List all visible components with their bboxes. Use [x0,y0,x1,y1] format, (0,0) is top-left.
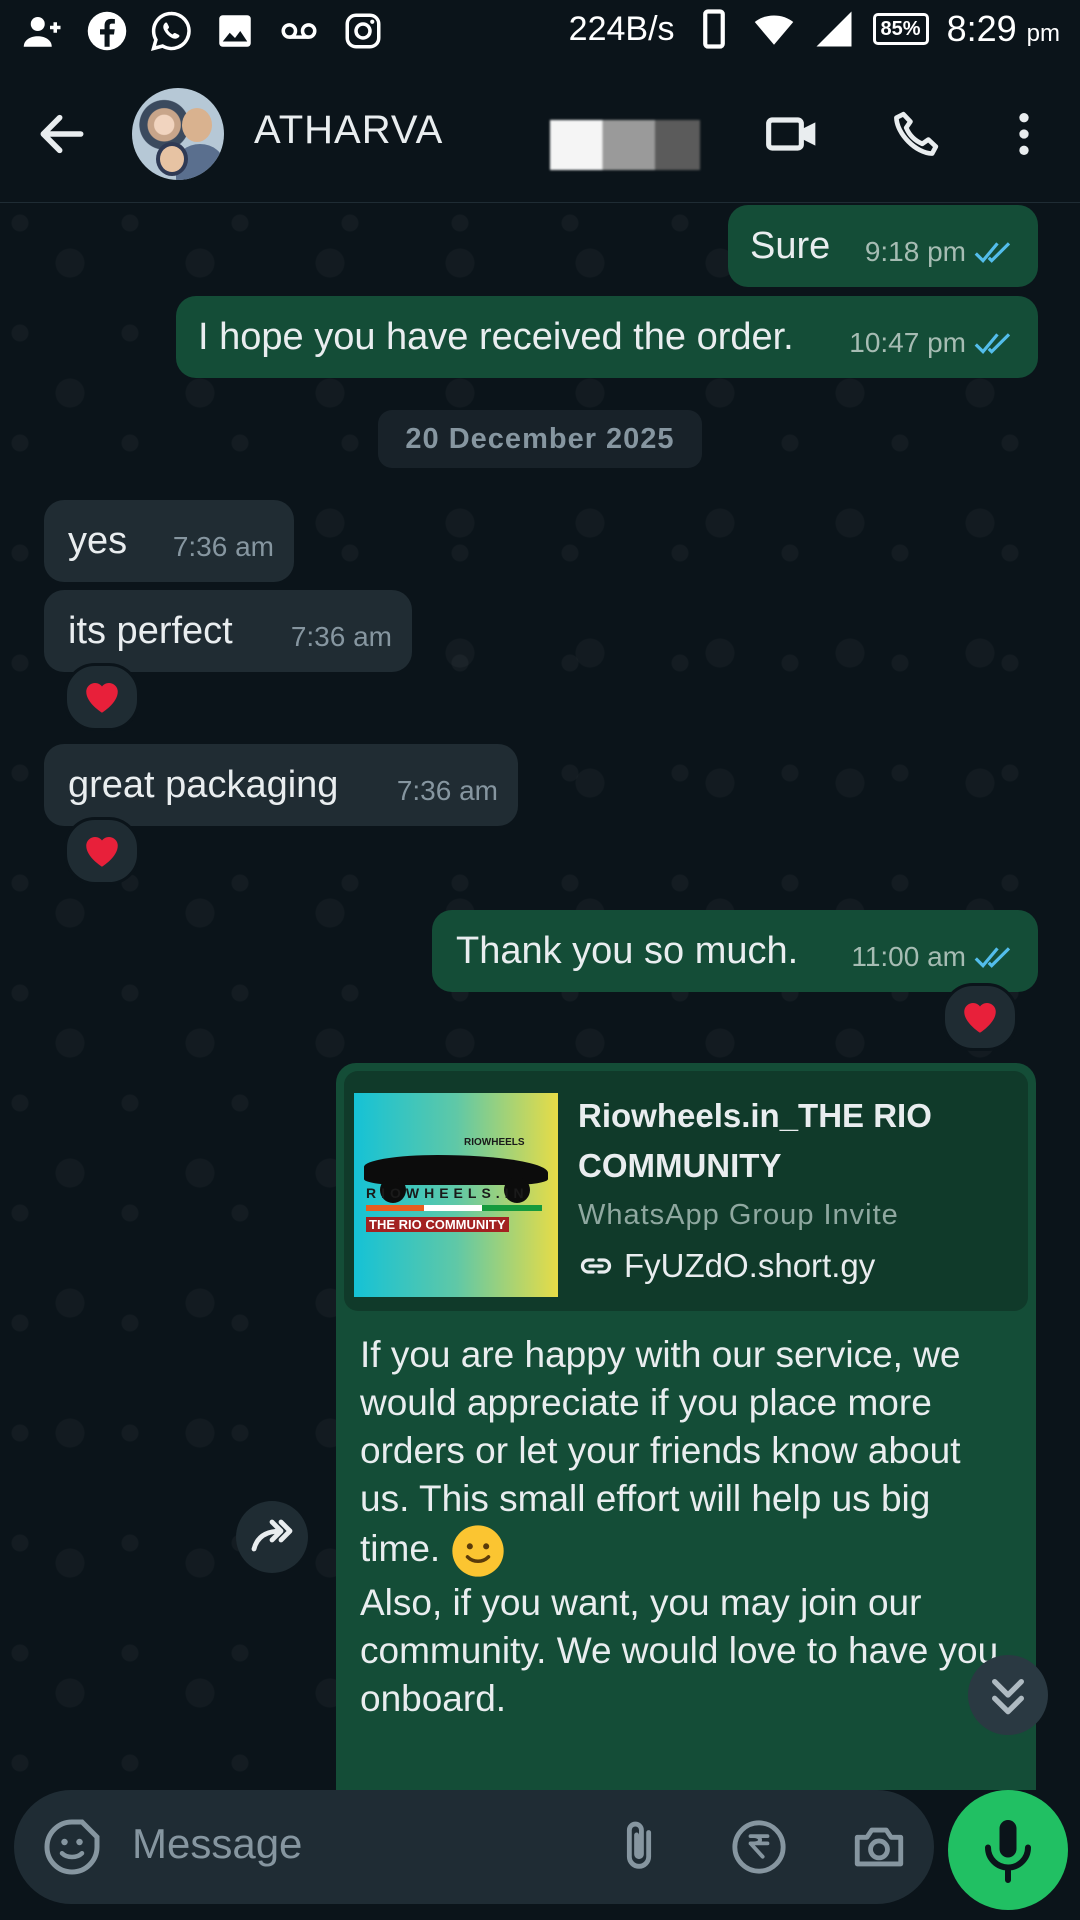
more-options-icon[interactable] [996,106,1052,162]
wifi-icon [753,8,795,50]
message-input[interactable]: Message [132,1820,302,1868]
heart-reaction[interactable] [64,663,140,731]
message-time: 7:36 am [172,531,274,562]
message-meta: 7:36 am [397,768,498,814]
message-text: its perfect [68,610,233,652]
chat-header: ATHARVA [0,62,1080,203]
message-time: 7:36 am [396,775,498,806]
message-bubble-incoming[interactable]: yes 7:36 am [44,500,294,582]
voicemail-notification-icon [278,10,320,52]
rupee-payment-icon[interactable] [730,1818,788,1876]
message-text: Sure [750,225,831,267]
gallery-notification-icon [214,10,256,52]
double-check-icon [974,333,1011,355]
group-invite-message[interactable]: RIOWHEELS RIOWHEELS.IN THE RIO COMMUNITY… [336,1063,1036,1790]
clock-ampm: pm [1026,20,1060,47]
sticker-emoji-icon[interactable] [42,1817,102,1877]
invite-link[interactable]: FyUZdO.short.gy [578,1247,875,1285]
link-preview[interactable]: RIOWHEELS RIOWHEELS.IN THE RIO COMMUNITY… [344,1071,1028,1311]
invite-body-paragraph: Also, if you want, you may join our comm… [360,1582,999,1719]
heart-reaction[interactable] [64,817,140,885]
contact-name[interactable]: ATHARVA [254,108,443,153]
contact-avatar[interactable] [132,88,224,180]
message-time: 9:18 pm [864,236,966,267]
heart-icon [86,837,118,867]
video-call-icon[interactable] [764,106,820,162]
chat-area[interactable]: Sure 9:18 pm I hope you have received th… [0,203,1080,1790]
redacted-region [550,120,700,170]
link-icon [580,1258,612,1274]
camera-icon[interactable] [850,1818,908,1876]
clock-time: 8:29 [946,8,1017,49]
network-speed: 224B/s [568,9,675,48]
back-arrow-icon[interactable] [34,106,90,162]
invite-subtitle: WhatsApp Group Invite [578,1199,899,1231]
message-meta: 10:47 pm [849,320,1018,366]
message-text: yes [68,520,128,562]
microphone-icon [985,1820,1031,1883]
whatsapp-notification-icon [150,10,192,52]
tricolor-stripe [366,1205,542,1211]
add-contact-notification-icon [22,10,64,52]
battery-indicator: 85% [872,13,929,45]
message-time: 10:47 pm [849,327,966,358]
message-bubble-outgoing[interactable]: Thank you so much. 11:00 am [432,910,1038,992]
thumb-community: THE RIO COMMUNITY [366,1217,509,1232]
attach-icon[interactable] [610,1818,668,1876]
heart-icon [964,1003,996,1033]
message-text: Thank you so much. [456,930,799,972]
status-bar: 224B/s 85% 8:29 pm [0,0,1080,62]
date-divider: 20 December 2025 [378,410,702,468]
message-composer[interactable]: Message [14,1790,934,1904]
message-text: I hope you have received the order. [198,316,794,358]
invite-link-text: FyUZdO.short.gy [624,1247,876,1284]
clock: 8:29 pm [947,8,1060,50]
message-meta: 11:00 am [851,934,1018,980]
thumb-small-label: RIOWHEELS [464,1137,525,1148]
message-meta: 7:36 am [173,524,274,570]
avatar-face [182,108,212,142]
message-meta: 7:36 am [291,614,392,660]
scroll-to-bottom-button[interactable] [968,1655,1048,1735]
message-time: 11:00 am [851,941,966,972]
instagram-notification-icon [342,10,384,52]
message-bubble-incoming[interactable]: great packaging 7:36 am [44,744,518,826]
invite-thumbnail: RIOWHEELS RIOWHEELS.IN THE RIO COMMUNITY [354,1093,558,1297]
double-check-icon [974,242,1011,264]
invite-title: Riowheels.in_THE RIO COMMUNITY [578,1097,932,1184]
message-bubble-outgoing[interactable]: Sure 9:18 pm [728,205,1038,287]
message-bubble-incoming[interactable]: its perfect 7:36 am [44,590,412,672]
facebook-notification-icon [86,10,128,52]
heart-reaction[interactable] [942,983,1018,1051]
invite-body: If you are happy with our service, we wo… [360,1331,1020,1723]
double-check-icon [974,947,1011,969]
forward-button[interactable] [236,1501,308,1573]
heart-icon [86,683,118,713]
vibrate-icon [693,8,735,50]
avatar-child [160,146,184,172]
message-meta: 9:18 pm [865,229,1018,275]
voice-record-button[interactable] [948,1790,1068,1910]
thumb-brand: RIOWHEELS.IN [366,1185,529,1201]
double-chevron-down-icon [992,1679,1024,1715]
message-time: 7:36 am [290,621,392,652]
smiling-face-emoji [452,1525,505,1577]
invite-body-paragraph: If you are happy with our service, we wo… [360,1331,1020,1579]
signal-icon [813,8,855,50]
message-bubble-outgoing[interactable]: I hope you have received the order. 10:4… [176,296,1038,378]
forward-icon [251,1519,293,1552]
message-text: great packaging [68,764,339,806]
voice-call-icon[interactable] [888,106,944,162]
